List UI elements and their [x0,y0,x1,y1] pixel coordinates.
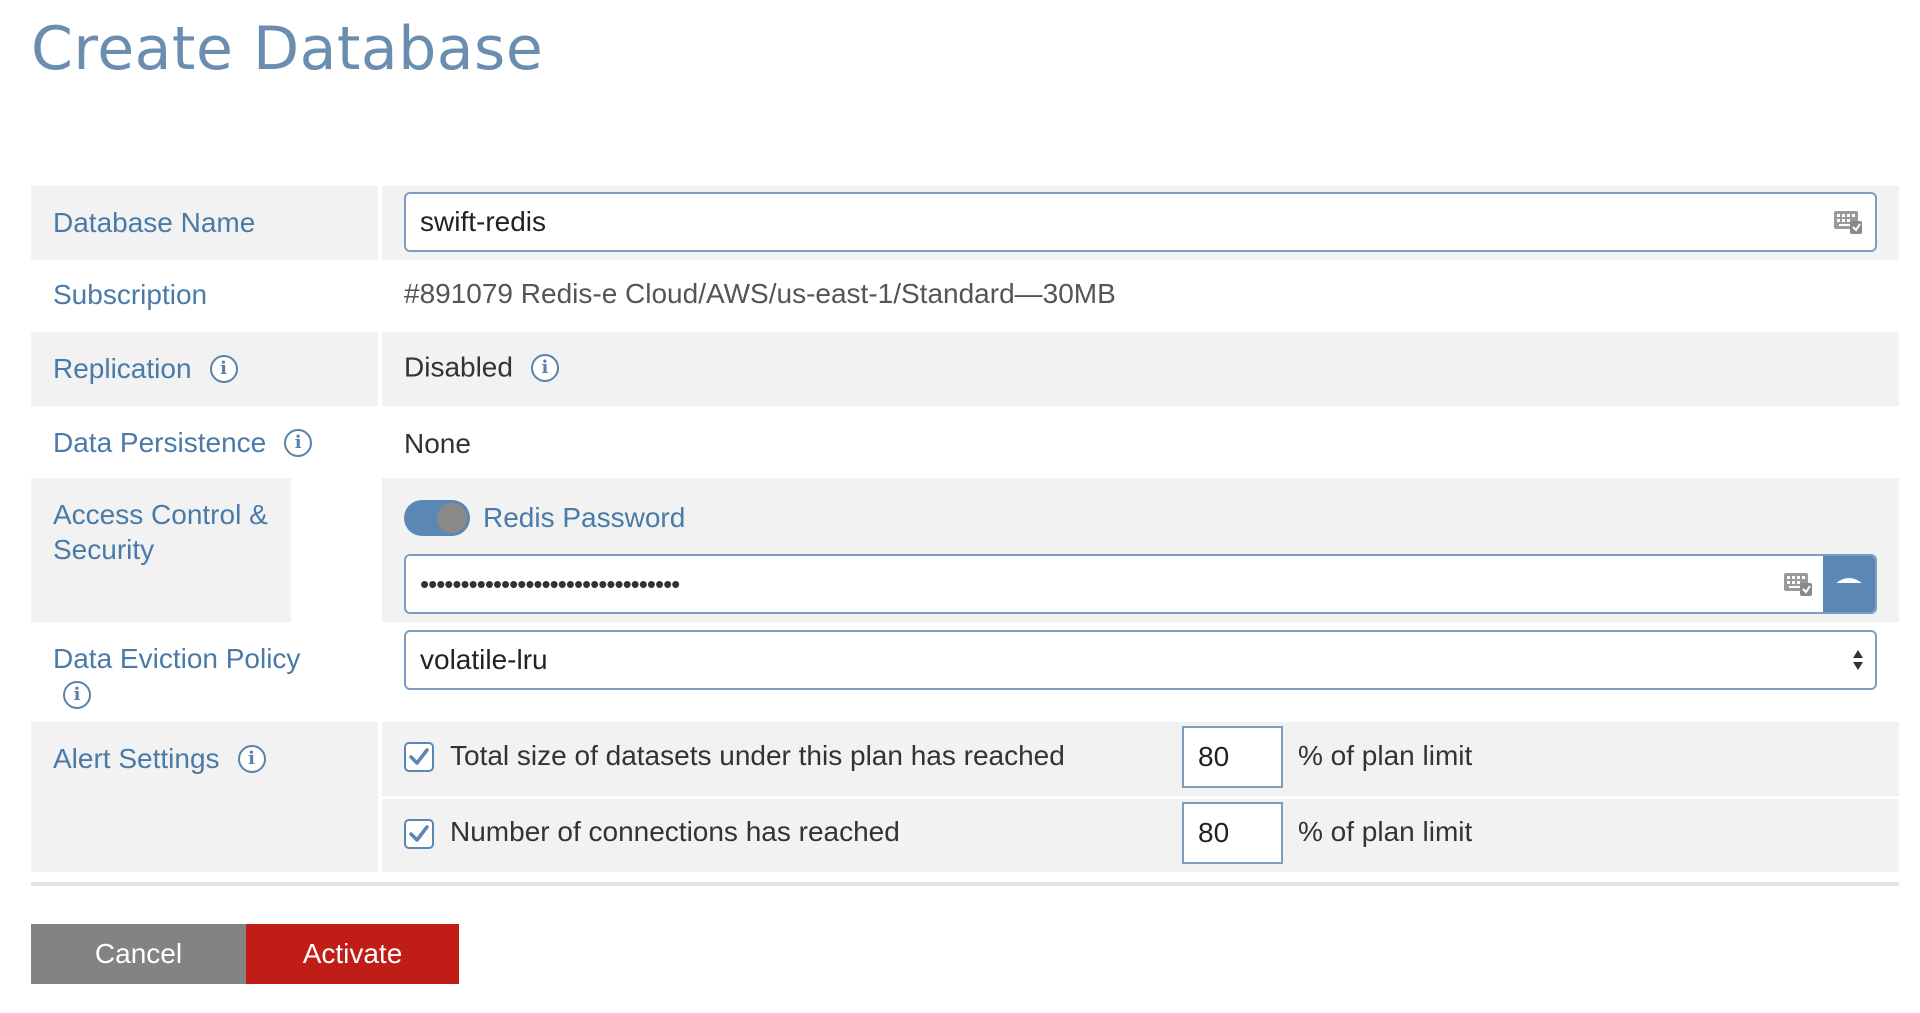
row-alert-settings: Alert Settings i Total size of datasets u… [31,722,1899,872]
connections-text: Number of connections has reached [450,816,900,847]
select-arrows-icon [1853,650,1863,670]
alert-settings-label: Alert Settings i [31,722,378,872]
info-icon[interactable]: i [63,680,91,709]
dataset-size-suffix: % of plan limit [1298,740,1473,771]
row-replication: Replication i Disabled i [31,332,1899,406]
database-name-input[interactable]: swift-redis [404,192,1877,252]
keyboard-icon[interactable] [1833,208,1863,236]
replication-label: Replication i [31,332,378,406]
cancel-button[interactable]: Cancel [31,924,246,984]
connections-suffix: % of plan limit [1298,816,1473,847]
info-icon[interactable]: i [209,354,238,383]
row-database-name: Database Name swift-redis [31,186,1899,260]
data-persistence-value: None [404,428,471,459]
row-eviction-policy: Data Eviction Policy i volatile-lru [31,622,1899,722]
password-input[interactable]: •••••••••••••••••••••••••••••••• [404,554,1877,614]
redis-password-label: Redis Password [483,502,686,533]
data-persistence-label: Data Persistence i [31,406,378,478]
dataset-size-threshold-input[interactable]: 80 [1182,726,1283,788]
info-icon[interactable]: i [530,353,559,382]
toggle-knob [437,503,467,533]
row-data-persistence: Data Persistence i None [31,406,1899,478]
checkmark-icon [409,825,429,842]
dataset-size-checkbox[interactable] [404,742,434,772]
access-control-label: Access Control & Security [31,478,291,622]
activate-button[interactable]: Activate [246,924,459,984]
redis-password-toggle[interactable] [404,500,470,536]
subscription-value: #891079 Redis-e Cloud/AWS/us-east-1/Stan… [404,278,1116,309]
checkmark-icon [409,748,429,765]
database-name-label: Database Name [31,186,378,260]
connections-checkbox[interactable] [404,819,434,849]
keyboard-icon[interactable] [1783,570,1813,598]
connections-threshold-input[interactable]: 80 [1182,802,1283,864]
eviction-policy-select[interactable]: volatile-lru [404,630,1877,690]
replication-value: Disabled i [404,350,559,384]
info-icon[interactable]: i [284,428,313,457]
eviction-policy-label: Data Eviction Policy i [31,622,351,722]
alert-divider [382,796,1899,799]
row-subscription: Subscription #891079 Redis-e Cloud/AWS/u… [31,260,1899,332]
row-access-control: Access Control & Security Redis Password… [31,478,1899,622]
subscription-label: Subscription [53,279,208,311]
page-title: Create Database [31,14,544,84]
info-icon[interactable]: i [237,744,266,773]
dataset-size-text: Total size of datasets under this plan h… [450,740,1065,771]
form-bottom-border [31,882,1899,886]
eye-icon [1833,578,1865,586]
show-password-button[interactable] [1823,556,1875,612]
